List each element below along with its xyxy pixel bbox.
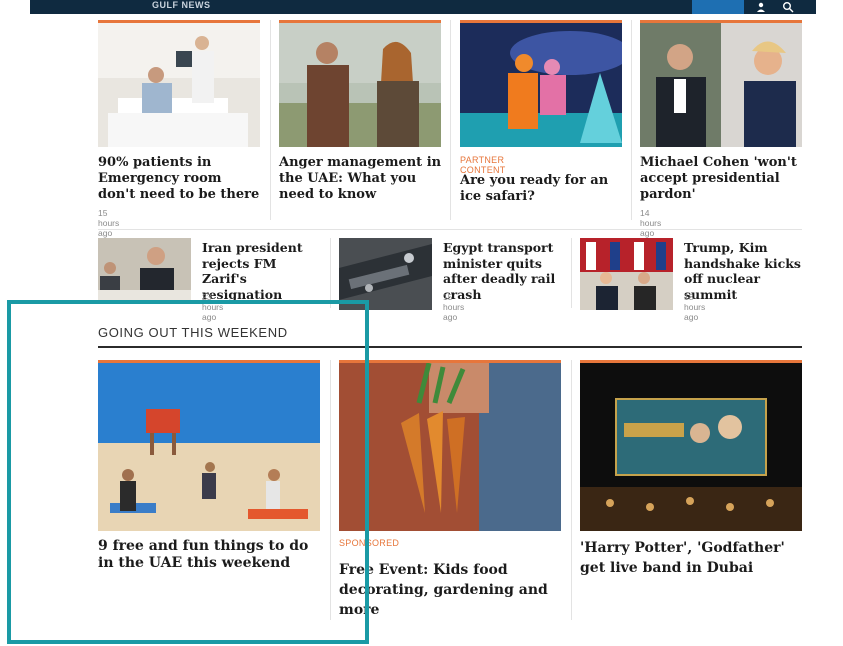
couple-arguing-photo[interactable] xyxy=(279,20,441,147)
site-logo[interactable]: GULF NEWS xyxy=(152,0,211,10)
iran-fm-zarif-photo[interactable] xyxy=(98,238,191,300)
article-timestamp: 15 hours ago xyxy=(443,292,465,322)
column-divider xyxy=(270,20,271,220)
article-headline[interactable]: Are you ready for an ice safari? xyxy=(460,173,622,205)
trump-kim-summit-photo[interactable] xyxy=(580,238,673,310)
article-headline[interactable]: 9 free and fun things to do in the UAE t… xyxy=(98,538,323,572)
column-divider xyxy=(330,238,331,308)
article-headline[interactable]: Free Event: Kids food decorating, garden… xyxy=(339,560,564,620)
subscribe-button[interactable] xyxy=(692,0,744,14)
article-headline[interactable]: 'Harry Potter', 'Godfather' get live ban… xyxy=(580,538,805,578)
article-timestamp: 18 hours ago xyxy=(684,292,706,322)
article-headline[interactable]: 90% patients in Emergency room don't nee… xyxy=(98,155,263,203)
column-divider xyxy=(330,360,331,620)
user-icon[interactable] xyxy=(756,2,766,12)
article-timestamp: 15 hours ago xyxy=(98,208,120,238)
column-divider xyxy=(571,360,572,620)
partner-content-label: PARTNER CONTENT xyxy=(460,155,506,175)
beach-yoga-photo[interactable] xyxy=(98,360,320,531)
article-headline[interactable]: Michael Cohen 'won't accept presidential… xyxy=(640,155,805,203)
column-divider xyxy=(631,20,632,220)
row-divider xyxy=(98,229,802,230)
ice-safari-photo[interactable] xyxy=(460,20,622,147)
article-timestamp: 23 hours ago xyxy=(202,292,224,322)
carrots-photo[interactable] xyxy=(339,360,561,531)
michael-cohen-trump-photo[interactable] xyxy=(640,20,802,147)
hospital-room-photo[interactable] xyxy=(98,20,260,147)
top-navigation-bar: GULF NEWS xyxy=(30,0,816,14)
article-headline[interactable]: Anger management in the UAE: What you ne… xyxy=(279,155,444,203)
sponsored-label: SPONSORED xyxy=(339,538,400,548)
article-timestamp: 14 hours ago xyxy=(640,208,662,238)
column-divider xyxy=(450,20,451,220)
harry-potter-concert-photo[interactable] xyxy=(580,360,802,531)
section-divider xyxy=(98,346,802,348)
rail-crash-photo[interactable] xyxy=(339,238,432,310)
search-icon[interactable] xyxy=(782,1,794,13)
section-title[interactable]: GOING OUT THIS WEEKEND xyxy=(98,325,288,340)
column-divider xyxy=(571,238,572,308)
